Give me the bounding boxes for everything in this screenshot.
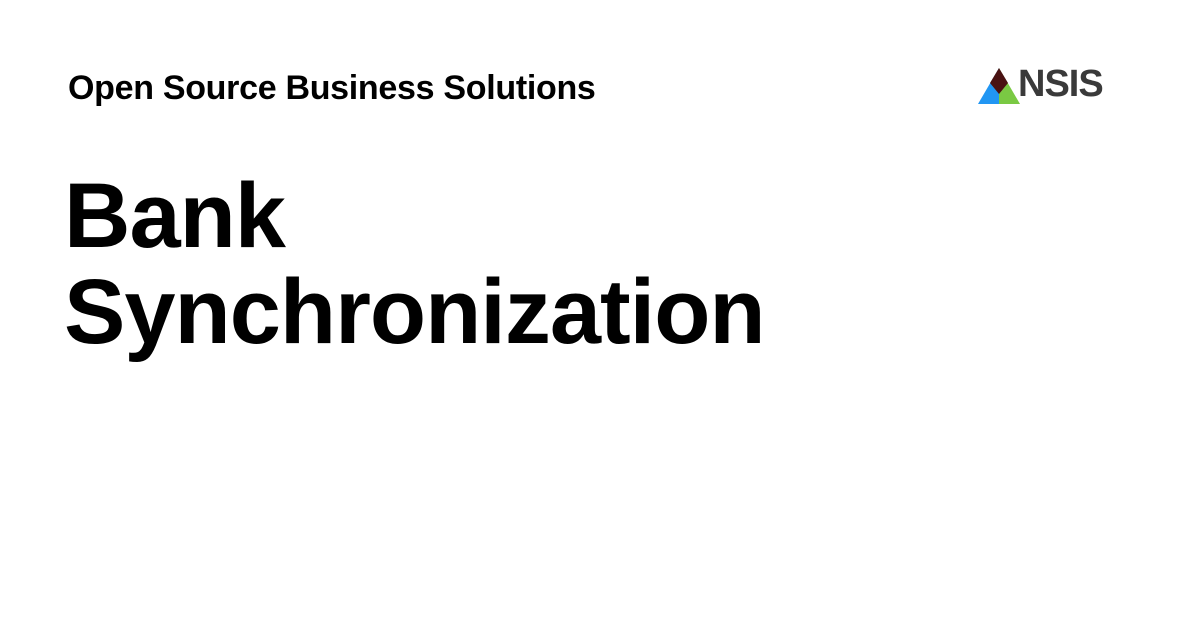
page-title: Bank Synchronization xyxy=(64,168,1064,360)
title-line-2: Synchronization xyxy=(64,261,766,363)
tagline: Open Source Business Solutions xyxy=(68,69,596,107)
social-card: Open Source Business Solutions NSIS Bank… xyxy=(0,0,1200,630)
triangle-mark-icon xyxy=(978,68,1020,104)
title-line-1: Bank xyxy=(64,165,286,267)
logo: NSIS xyxy=(978,63,1110,106)
header: Open Source Business Solutions NSIS xyxy=(68,63,1110,112)
logo-text: NSIS xyxy=(1018,63,1104,105)
